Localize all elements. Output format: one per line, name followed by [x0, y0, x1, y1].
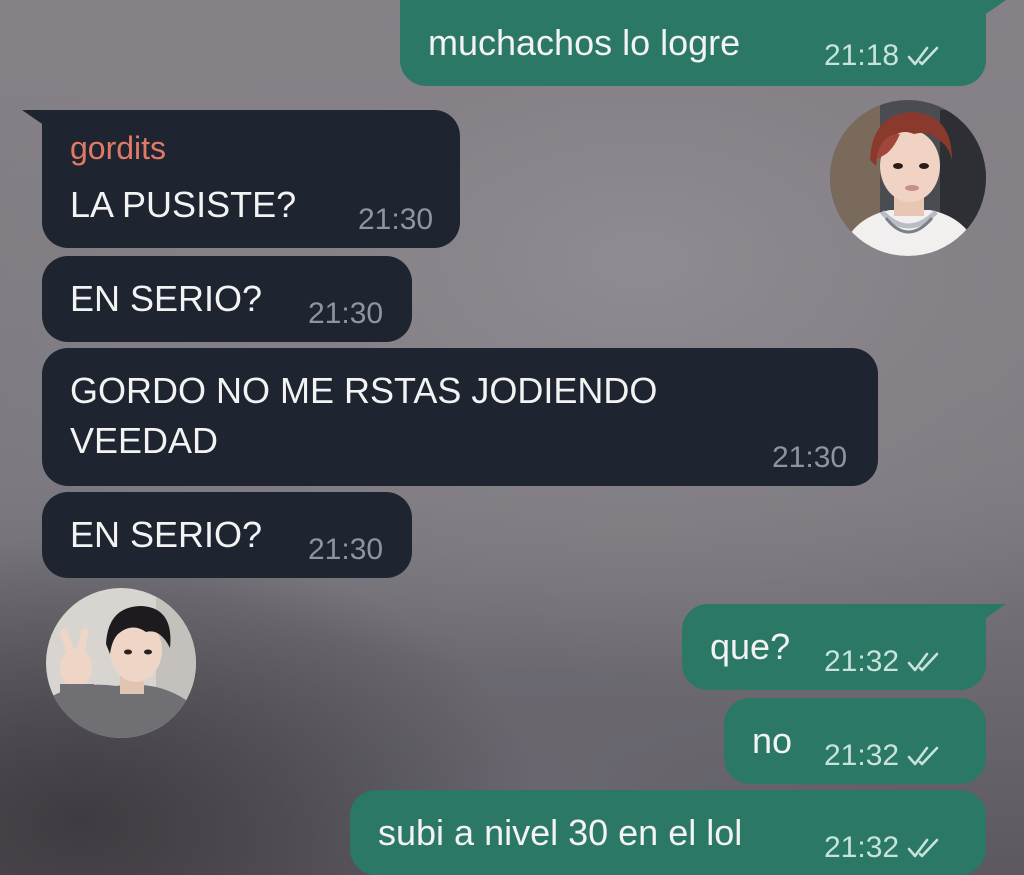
message-bubble-incoming[interactable]: GORDO NO ME RSTAS JODIENDO VEEDAD 21:30 — [42, 348, 878, 486]
message-time: 21:32 — [824, 739, 900, 772]
message-bubble-outgoing[interactable]: que? 21:32 — [682, 604, 986, 690]
double-check-icon — [907, 652, 939, 671]
message-bubble-outgoing[interactable]: subi a nivel 30 en el lol 21:32 — [350, 790, 986, 875]
message-meta: 21:18 — [824, 38, 941, 73]
message-time: 21:30 — [772, 441, 848, 474]
avatar-red-hair-photo — [830, 100, 986, 256]
message-time: 21:32 — [824, 831, 900, 864]
message-text: EN SERIO? — [70, 514, 263, 555]
message-bubble-outgoing[interactable]: no 21:32 — [724, 698, 986, 784]
message-meta: 21:32 — [824, 738, 941, 773]
message-text: VEEDAD — [70, 420, 219, 461]
message-meta: 21:32 — [824, 644, 941, 679]
double-check-icon — [907, 838, 939, 857]
double-check-icon — [907, 746, 939, 765]
message-bubble-incoming[interactable]: EN SERIO? 21:30 — [42, 256, 412, 342]
message-text: GORDO NO ME RSTAS JODIENDO — [70, 370, 658, 411]
message-bubble-outgoing[interactable]: muchachos lo logre 21:18 — [400, 0, 986, 86]
message-time: 21:18 — [824, 39, 900, 72]
message-text: que? — [710, 626, 791, 667]
message-text: no — [752, 720, 793, 761]
message-meta: 21:32 — [824, 830, 941, 865]
sender-name[interactable]: gordits — [70, 130, 166, 168]
message-time: 21:32 — [824, 645, 900, 678]
message-text: LA PUSISTE? — [70, 184, 297, 225]
avatar[interactable] — [830, 100, 986, 256]
avatar-peace-sign-photo — [46, 588, 196, 738]
avatar[interactable] — [46, 588, 196, 738]
message-time: 21:30 — [308, 533, 384, 566]
message-time: 21:30 — [308, 297, 384, 330]
message-time: 21:30 — [358, 203, 434, 236]
message-text: EN SERIO? — [70, 278, 263, 319]
message-bubble-incoming[interactable]: gordits LA PUSISTE? 21:30 — [42, 110, 460, 248]
message-text: muchachos lo logre — [428, 22, 741, 63]
double-check-icon — [907, 46, 939, 65]
bubble-tail — [980, 0, 1006, 18]
message-text: subi a nivel 30 en el lol — [378, 812, 743, 853]
message-bubble-incoming[interactable]: EN SERIO? 21:30 — [42, 492, 412, 578]
bubble-tail — [980, 604, 1006, 622]
